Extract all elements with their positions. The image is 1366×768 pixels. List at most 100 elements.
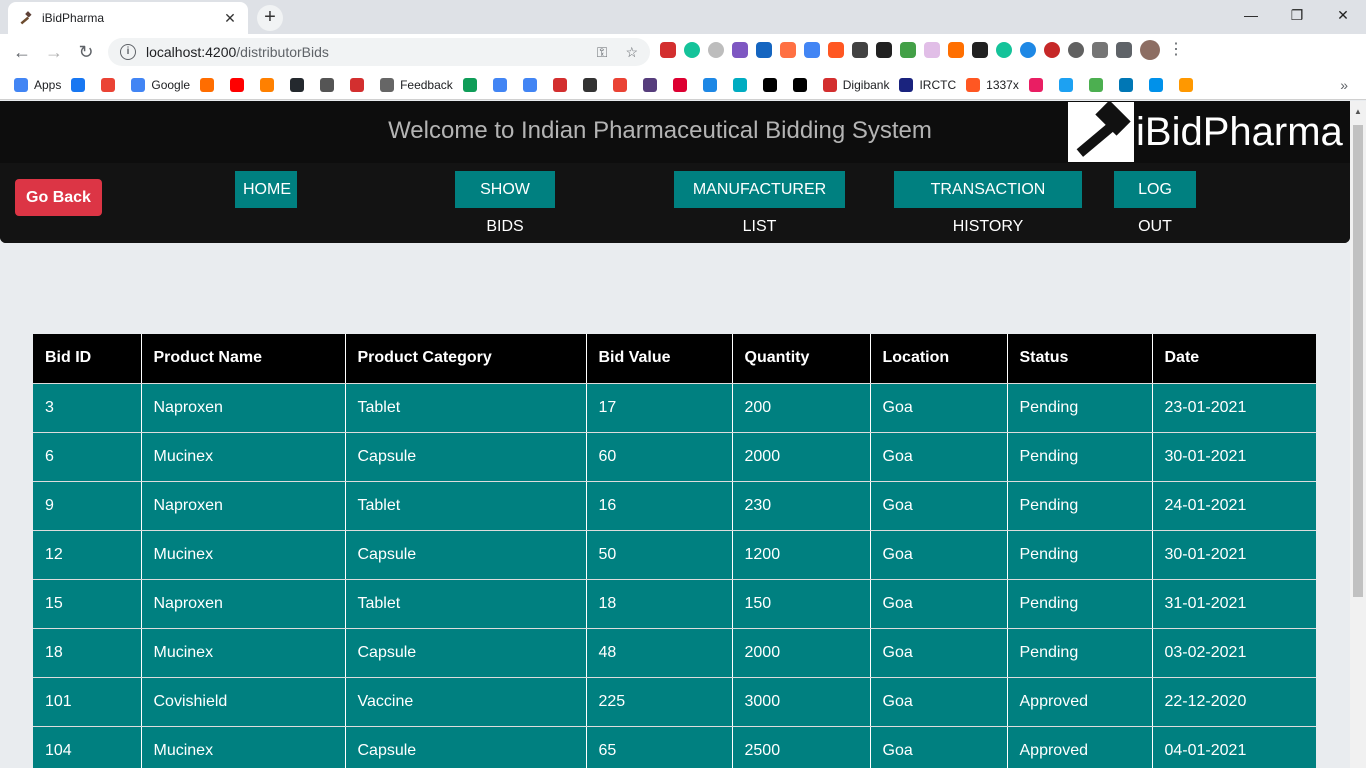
extension-icon[interactable] [756, 42, 772, 58]
info-icon[interactable]: i [120, 44, 136, 60]
extension-icon[interactable] [780, 42, 796, 58]
address-bar[interactable]: i localhost:4200/distributorBids ⚿ ☆ [108, 38, 650, 66]
bookmark-item[interactable] [672, 77, 693, 92]
table-cell: Vaccine [345, 677, 587, 727]
bookmark-item[interactable] [522, 77, 543, 92]
bookmark-item[interactable]: 1337x [966, 77, 1019, 92]
bookmark-item[interactable] [792, 77, 813, 92]
bookmark-item[interactable] [762, 77, 783, 92]
extension-icon[interactable] [924, 42, 940, 58]
bookmark-item[interactable] [582, 77, 603, 92]
column-header: Bid ID [33, 334, 142, 384]
download-icon[interactable] [1068, 42, 1084, 58]
star-icon[interactable]: ☆ [625, 44, 638, 61]
extension-icon[interactable] [948, 42, 964, 58]
bookmark-item[interactable]: Digibank [822, 77, 889, 92]
bookmark-icon [1088, 77, 1103, 92]
bookmark-icon [822, 77, 837, 92]
bookmark-item[interactable] [612, 77, 633, 92]
table-cell: 16 [586, 481, 733, 531]
table-cell: 225 [586, 677, 733, 727]
tab-title: iBidPharma [42, 11, 105, 25]
extension-icon[interactable] [1020, 42, 1036, 58]
bookmark-item[interactable]: Feedback [380, 77, 453, 92]
nav-log-out[interactable]: LOG OUT [1114, 171, 1196, 235]
puzzle-icon[interactable] [1116, 42, 1132, 58]
bookmark-item[interactable]: IRCTC [899, 77, 956, 92]
go-back-button[interactable]: Go Back [15, 179, 102, 216]
bookmark-item[interactable] [462, 77, 483, 92]
new-tab-button[interactable]: + [257, 5, 283, 31]
extension-icon[interactable] [828, 42, 844, 58]
extension-icon[interactable] [1044, 42, 1060, 58]
extension-icon[interactable] [708, 42, 724, 58]
bookmark-item[interactable] [101, 77, 121, 92]
scroll-up-icon[interactable]: ▲ [1354, 107, 1362, 116]
table-cell: 04-01-2021 [1152, 726, 1316, 768]
bookmark-item[interactable] [492, 77, 513, 92]
table-cell: Tablet [345, 579, 587, 629]
shield-icon[interactable] [900, 42, 916, 58]
bookmark-item[interactable] [230, 77, 250, 92]
table-cell: 48 [586, 628, 733, 678]
bookmark-item[interactable] [1148, 77, 1169, 92]
bookmark-item[interactable]: Google [131, 77, 190, 92]
bookmark-item[interactable] [320, 77, 340, 92]
minimize-button[interactable]: — [1228, 0, 1274, 32]
extension-icon[interactable] [852, 42, 868, 58]
close-window-button[interactable]: ✕ [1320, 0, 1366, 32]
table-cell: 2500 [732, 726, 871, 768]
bookmark-item[interactable] [642, 77, 663, 92]
bookmark-icon [552, 77, 567, 92]
bookmark-item[interactable] [1028, 77, 1049, 92]
key-icon[interactable]: ⚿ [597, 44, 608, 61]
browser-tab[interactable]: iBidPharma ✕ [8, 2, 248, 34]
table-cell: Goa [870, 677, 1008, 727]
bookmark-item[interactable] [732, 77, 753, 92]
tab-strip: iBidPharma ✕ + — ❐ ✕ [0, 0, 1366, 34]
nav-show-bids[interactable]: SHOW BIDS [455, 171, 555, 235]
menu-icon[interactable]: ⋮ [1168, 42, 1184, 60]
back-arrow-icon[interactable]: ← [10, 40, 34, 64]
extension-icon[interactable] [660, 42, 676, 58]
extension-icon[interactable] [732, 42, 748, 58]
restore-button[interactable]: ❐ [1274, 0, 1320, 32]
table-cell: Naproxen [141, 481, 346, 531]
bookmark-item[interactable] [71, 77, 91, 92]
nav-transaction-history[interactable]: TRANSACTION HISTORY [894, 171, 1082, 235]
column-header: Product Name [141, 334, 346, 384]
table-cell: 31-01-2021 [1152, 579, 1316, 629]
table-cell: 3 [33, 383, 142, 433]
column-header: Bid Value [586, 334, 733, 384]
logo: iBidPharma [1068, 101, 1343, 163]
bookmark-item[interactable] [702, 77, 723, 92]
nav-home[interactable]: HOME [235, 171, 297, 208]
table-cell: Naproxen [141, 579, 346, 629]
extension-icon[interactable] [876, 42, 892, 58]
extension-icon[interactable] [1092, 42, 1108, 58]
bookmark-item[interactable] [1118, 77, 1139, 92]
extension-icon[interactable] [804, 42, 820, 58]
extension-icon[interactable] [972, 42, 988, 58]
bookmark-item[interactable] [260, 77, 280, 92]
scrollbar-thumb[interactable] [1353, 125, 1363, 597]
bookmark-item[interactable] [1088, 77, 1109, 92]
bookmark-item[interactable] [290, 77, 310, 92]
bookmark-item[interactable] [200, 77, 220, 92]
reload-icon[interactable]: ↻ [74, 40, 98, 64]
bookmark-item[interactable] [552, 77, 573, 92]
extension-icon[interactable] [996, 42, 1012, 58]
more-bookmarks-icon[interactable]: » [1340, 77, 1348, 93]
forward-arrow-icon[interactable]: → [42, 40, 66, 64]
bookmark-item[interactable] [350, 77, 370, 92]
bookmark-icon [702, 77, 717, 92]
bookmark-item[interactable] [1178, 77, 1199, 92]
avatar[interactable] [1140, 40, 1160, 60]
table-cell: 22-12-2020 [1152, 677, 1316, 727]
extension-icon[interactable] [684, 42, 700, 58]
page-scrollbar[interactable]: ▲ [1350, 101, 1366, 768]
nav-manufacturer-list[interactable]: MANUFACTURER LIST [674, 171, 845, 235]
bookmark-item[interactable]: Apps [14, 77, 61, 92]
close-tab-icon[interactable]: ✕ [222, 10, 238, 26]
bookmark-item[interactable] [1058, 77, 1079, 92]
